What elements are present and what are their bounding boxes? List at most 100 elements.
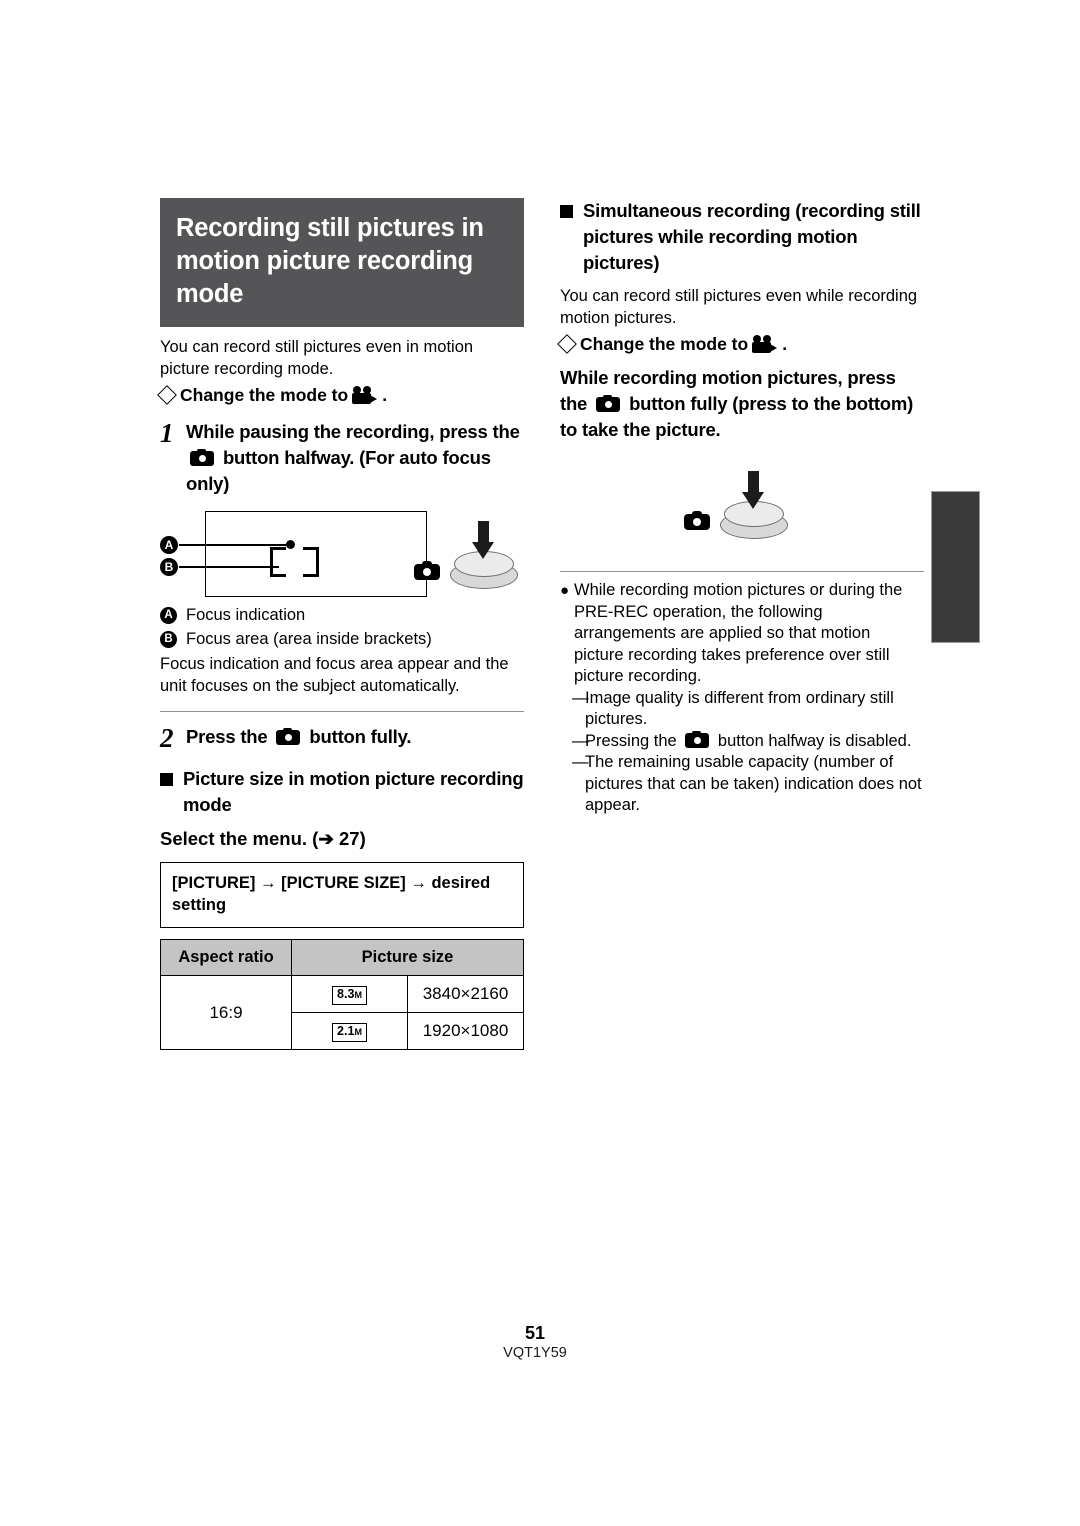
- note-dash-item-1-text: Image quality is different from ordinary…: [585, 688, 894, 729]
- legend-note: Focus indication and focus area appear a…: [160, 655, 509, 695]
- table-cell-size-chip-1: 8.3M: [291, 975, 408, 1013]
- step-2-text: Press the button fully.: [186, 724, 411, 752]
- size-chip-unit: M: [354, 1027, 362, 1037]
- left-column: Recording still pictures in motion pictu…: [157, 198, 524, 1050]
- menu-arrow-1-icon: →: [260, 874, 277, 892]
- manual-page: Recording still pictures in motion pictu…: [0, 0, 1080, 1526]
- callout-b: B: [160, 558, 178, 576]
- step-1: 1 While pausing the recording, press the…: [160, 419, 524, 497]
- movie-mode-icon: [352, 386, 378, 404]
- dash-icon: —: [572, 753, 589, 771]
- left-change-mode-label: Change the mode to: [180, 385, 349, 405]
- focus-indication-dot: [286, 540, 295, 549]
- picture-size-heading: Picture size in motion picture recording…: [160, 766, 524, 818]
- select-menu-before: Select the menu. (: [160, 828, 319, 849]
- movie-mode-icon: [752, 335, 778, 353]
- photo-button-icon: [190, 449, 214, 466]
- size-chip-value: 2.1: [337, 1024, 355, 1038]
- square-bullet-icon: [560, 205, 573, 218]
- page-title: Recording still pictures in motion pictu…: [160, 198, 524, 327]
- note-dash-item-3-text: The remaining usable capacity (number of…: [585, 753, 922, 814]
- table-header-row: Aspect ratio Picture size: [160, 939, 524, 976]
- step-1-number: 1: [160, 418, 174, 448]
- note-dash-item-2: — Pressing the button halfway is disable…: [560, 730, 924, 753]
- focus-bracket-bottom-left: [270, 561, 286, 577]
- photo-button-icon-illustration: [414, 561, 440, 580]
- page-number: 51: [524, 1323, 546, 1343]
- shutter-press-illustration-left: [410, 519, 530, 599]
- size-chip-value: 8.3: [337, 987, 355, 1001]
- step-2-text-after: button fully.: [309, 726, 412, 747]
- photo-button-icon: [596, 395, 621, 412]
- select-menu-page-ref[interactable]: 27: [339, 828, 360, 849]
- dash-icon: —: [572, 731, 589, 750]
- step-2-number: 2: [160, 723, 174, 753]
- menu-arrow-2-icon: →: [410, 874, 427, 892]
- table-cell-size-chip-2: 2.1M: [291, 1012, 408, 1050]
- note-dash-item-2-after: button halfway is disabled.: [717, 731, 912, 750]
- step-1-text-after: button halfway. (For auto focus only): [186, 447, 491, 494]
- menu-item-1: [PICTURE]: [172, 874, 256, 892]
- left-intro-text: You can record still pictures even in mo…: [160, 338, 474, 378]
- note-bullet: ● While recording motion pictures or dur…: [560, 580, 924, 688]
- legend-text-b: Focus area (area inside brackets): [186, 629, 432, 648]
- right-change-mode-line: Change the mode to .: [557, 332, 924, 356]
- table-header-aspect-ratio: Aspect ratio: [160, 939, 292, 976]
- size-chip-2-1m: 2.1M: [332, 1023, 367, 1042]
- picture-size-heading-text: Picture size in motion picture recording…: [183, 768, 524, 815]
- size-chip-unit: M: [354, 990, 362, 1000]
- divider-right: [560, 571, 924, 572]
- step-2-text-before: Press the: [186, 726, 268, 747]
- shutter-press-illustration-right: [680, 469, 800, 549]
- step-2: 2 Press the button fully.: [160, 724, 524, 752]
- press-down-arrow-icon: [742, 471, 764, 513]
- photo-button-icon: [276, 728, 301, 745]
- legend-item-a: A Focus indication: [160, 605, 524, 627]
- chapter-edge-tab: [931, 491, 980, 643]
- size-chip-8-3m: 8.3M: [332, 986, 367, 1005]
- bullet-dot-icon: ●: [560, 582, 570, 599]
- divider-left: [160, 711, 524, 712]
- right-column: Simultaneous recording (recording still …: [557, 198, 924, 817]
- callout-a: A: [160, 536, 178, 554]
- diamond-icon: [557, 334, 577, 354]
- select-menu-line: Select the menu. (➔ 27): [160, 826, 524, 852]
- left-change-mode-line: Change the mode to .: [157, 383, 524, 407]
- dash-icon: —: [572, 688, 589, 707]
- menu-path-box: [PICTURE] → [PICTURE SIZE] → desired set…: [160, 862, 524, 928]
- photo-button-icon: [685, 730, 710, 748]
- step-1-text: While pausing the recording, press the b…: [186, 419, 524, 497]
- focus-bracket-bottom-right: [303, 561, 319, 577]
- right-intro-text: You can record still pictures even while…: [560, 287, 918, 327]
- table-row: 16:9 8.3M 3840×2160: [160, 975, 524, 1050]
- table-cell-aspect-ratio: 16:9: [160, 975, 292, 1050]
- legend-text-a: Focus indication: [186, 606, 306, 624]
- select-menu-arrow-icon: ➔: [318, 828, 334, 849]
- square-bullet-icon: [160, 773, 173, 786]
- left-change-mode-period: .: [382, 385, 388, 405]
- legend-item-b: B Focus area (area inside brackets): [160, 629, 524, 651]
- step-1-text-before: While pausing the recording, press the: [186, 421, 520, 442]
- right-change-mode-label: Change the mode to: [580, 334, 749, 354]
- page-footer: 51 VQT1Y59: [0, 1322, 1080, 1362]
- simultaneous-recording-heading-text: Simultaneous recording (recording still …: [583, 200, 921, 273]
- document-code: VQT1Y59: [503, 1345, 567, 1361]
- menu-item-2: [PICTURE SIZE]: [281, 874, 406, 892]
- table-cell-resolution-2: 1920×1080: [407, 1012, 524, 1050]
- note-bullet-text: While recording motion pictures or durin…: [574, 581, 903, 685]
- legend-marker-b: B: [160, 630, 177, 648]
- table-header-picture-size: Picture size: [291, 939, 524, 976]
- photo-button-icon-illustration: [684, 511, 710, 530]
- press-down-arrow-icon: [472, 521, 494, 563]
- legend-marker-a: A: [160, 607, 177, 624]
- simultaneous-recording-heading: Simultaneous recording (recording still …: [560, 198, 924, 276]
- simultaneous-instruction: While recording motion pictures, press t…: [560, 365, 924, 443]
- diamond-icon: [157, 385, 177, 405]
- right-change-mode-period: .: [782, 334, 788, 354]
- picture-size-table: Aspect ratio Picture size 16:9 8.3M 3840…: [160, 939, 524, 1050]
- focus-diagram: A B: [160, 511, 524, 603]
- table-cell-resolution-1: 3840×2160: [407, 975, 524, 1013]
- select-menu-after: ): [359, 828, 366, 849]
- note-dash-item-3: — The remaining usable capacity (number …: [560, 752, 924, 817]
- note-dash-item-1: — Image quality is different from ordina…: [560, 688, 924, 731]
